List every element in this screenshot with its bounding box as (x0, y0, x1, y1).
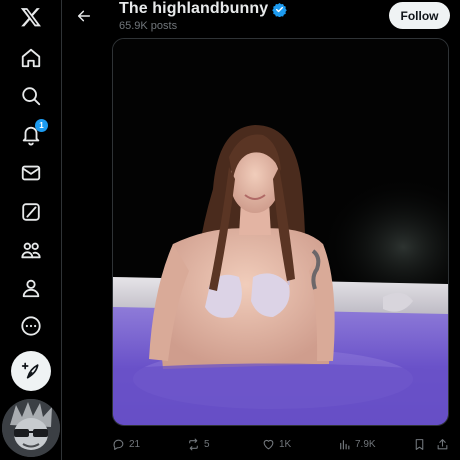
notification-count-badge: 1 (35, 119, 48, 132)
search-icon[interactable] (11, 76, 51, 116)
reply-button[interactable]: 21 (112, 434, 140, 454)
notifications-icon[interactable]: 1 (11, 115, 51, 155)
post-media[interactable] (112, 38, 449, 426)
views-button[interactable]: 7.9K (338, 434, 376, 454)
avatar[interactable] (2, 399, 60, 457)
communities-icon[interactable] (11, 230, 51, 270)
verified-badge-icon (272, 2, 287, 17)
follow-button[interactable]: Follow (389, 2, 450, 29)
profile-icon[interactable] (11, 268, 51, 308)
reply-icon (113, 439, 124, 450)
profile-title: The highlandbunny (119, 0, 287, 18)
repost-button[interactable]: 5 (187, 434, 210, 454)
feather-plus-icon (21, 362, 39, 379)
profile-name: The highlandbunny (119, 0, 269, 17)
repost-icon (189, 438, 198, 450)
compose-post-button[interactable] (11, 351, 51, 391)
share-icon (437, 438, 448, 449)
home-icon[interactable] (11, 38, 51, 78)
back-button[interactable] (70, 2, 98, 30)
post-photo (113, 39, 448, 425)
post-count: 65.9K posts (119, 20, 178, 32)
reply-count: 21 (129, 438, 141, 450)
arrow-left-icon (77, 10, 91, 22)
like-count: 1K (279, 438, 292, 450)
x-logo-icon[interactable] (11, 0, 51, 37)
post-actions: 21 5 1K 7.9K (112, 434, 452, 454)
repost-count: 5 (204, 438, 210, 450)
bookmark-icon (415, 438, 424, 450)
grok-icon[interactable] (11, 192, 51, 232)
share-button[interactable] (436, 434, 449, 454)
like-button[interactable]: 1K (262, 434, 291, 454)
heart-icon (263, 439, 274, 449)
more-icon[interactable] (11, 306, 51, 346)
left-nav-rail: 1 (0, 0, 62, 460)
analytics-icon (340, 439, 350, 449)
bookmark-button[interactable] (413, 434, 426, 454)
views-count: 7.9K (355, 438, 376, 450)
messages-icon[interactable] (11, 153, 51, 193)
